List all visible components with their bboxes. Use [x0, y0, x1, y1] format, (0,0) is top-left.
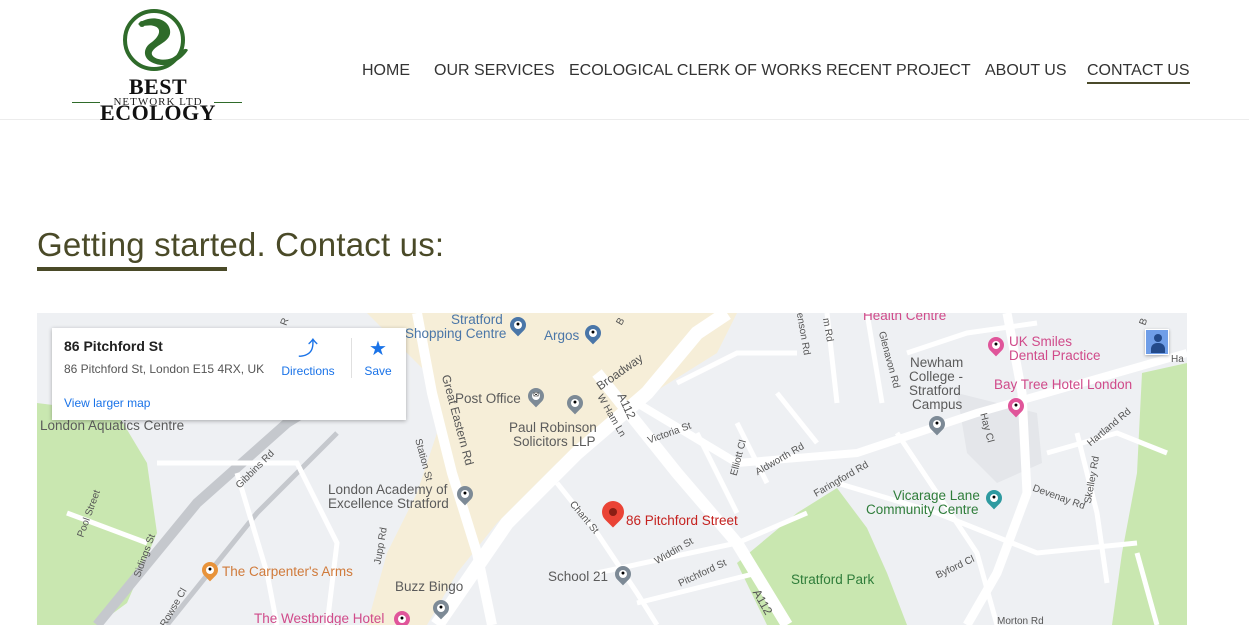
nav-recent-project[interactable]: RECENT PROJECT — [826, 62, 971, 80]
save-label: Save — [364, 364, 392, 378]
logo[interactable]: BEST ECOLOGY NETWORK LTD — [72, 6, 244, 125]
street-label-ha: Ha — [1171, 354, 1184, 365]
star-icon: ★ — [369, 338, 387, 360]
map-label-community-centre: Community Centre — [866, 502, 979, 517]
info-card-title: 86 Pitchford St — [64, 338, 163, 354]
map-label-carpenters-arms: The Carpenter's Arms — [222, 564, 353, 579]
map-label-marker: 86 Pitchford Street — [626, 513, 738, 528]
page-title: Getting started. Contact us: — [37, 226, 445, 263]
street-label-morton-rd: Morton Rd — [997, 616, 1044, 625]
map-label-london-academy: London Academy of — [328, 482, 448, 497]
site-header: BEST ECOLOGY NETWORK LTD HOME OUR SERVIC… — [0, 0, 1249, 125]
map-label-stratford-park: Stratford Park — [791, 572, 875, 587]
map-label-excellence-stratford: Excellence Stratford — [328, 496, 449, 511]
map-label-newham: Newham — [910, 355, 964, 370]
map-label-college: College - — [909, 369, 964, 384]
map-label-campus: Campus — [912, 397, 963, 412]
logo-divider-right — [214, 102, 242, 103]
directions-icon: ⤴ — [298, 338, 318, 360]
map-label-buzz-bingo: Buzz Bingo — [395, 579, 464, 594]
title-underline — [37, 267, 227, 271]
map-label-uk-smiles: UK Smiles — [1009, 334, 1073, 349]
save-button[interactable]: ★ Save — [348, 338, 408, 378]
gecko-logo-icon — [123, 9, 188, 71]
map-label-shopping-centre: Shopping Centre — [405, 326, 507, 341]
map-label-vicarage-lane: Vicarage Lane — [893, 488, 980, 503]
map-label-health-centre: Health Centre — [863, 313, 947, 323]
map-label-aquatics-centre: London Aquatics Centre — [40, 418, 185, 433]
map-label-post-office: Post Office — [455, 391, 521, 406]
map-label-college-stratford: Stratford — [909, 383, 961, 398]
map-label-argos: Argos — [544, 328, 580, 343]
nav-contact-us[interactable]: CONTACT US — [1087, 62, 1190, 84]
map-label-bay-tree-hotel: Bay Tree Hotel London — [994, 377, 1133, 392]
directions-button[interactable]: ⤴ Directions — [278, 338, 338, 378]
map-label-school-21: School 21 — [548, 569, 609, 584]
nav-about-us[interactable]: ABOUT US — [985, 62, 1067, 80]
view-larger-map-link[interactable]: View larger map — [64, 396, 150, 410]
map-info-card: 86 Pitchford St 86 Pitchford St, London … — [52, 328, 406, 420]
map-label-dental-practice: Dental Practice — [1009, 348, 1101, 363]
map-label-solicitors: Solicitors LLP — [513, 434, 596, 449]
map-label-stratford: Stratford — [451, 313, 503, 327]
map-label-paul-robinson: Paul Robinson — [509, 420, 597, 435]
nav-home[interactable]: HOME — [362, 62, 410, 80]
info-card-address: 86 Pitchford St, London E15 4RX, UK — [64, 362, 265, 376]
nav-ecological-clerk-of-works[interactable]: ECOLOGICAL CLERK OF WORKS — [569, 62, 822, 80]
nav-our-services[interactable]: OUR SERVICES — [434, 62, 555, 80]
directions-label: Directions — [281, 364, 335, 378]
map-label-westbridge-hotel: The Westbridge Hotel — [254, 611, 385, 625]
embedded-map[interactable]: Stratford Shopping Centre ● Argos ● Post… — [37, 313, 1187, 625]
street-view-pegman-icon[interactable] — [1145, 329, 1169, 355]
